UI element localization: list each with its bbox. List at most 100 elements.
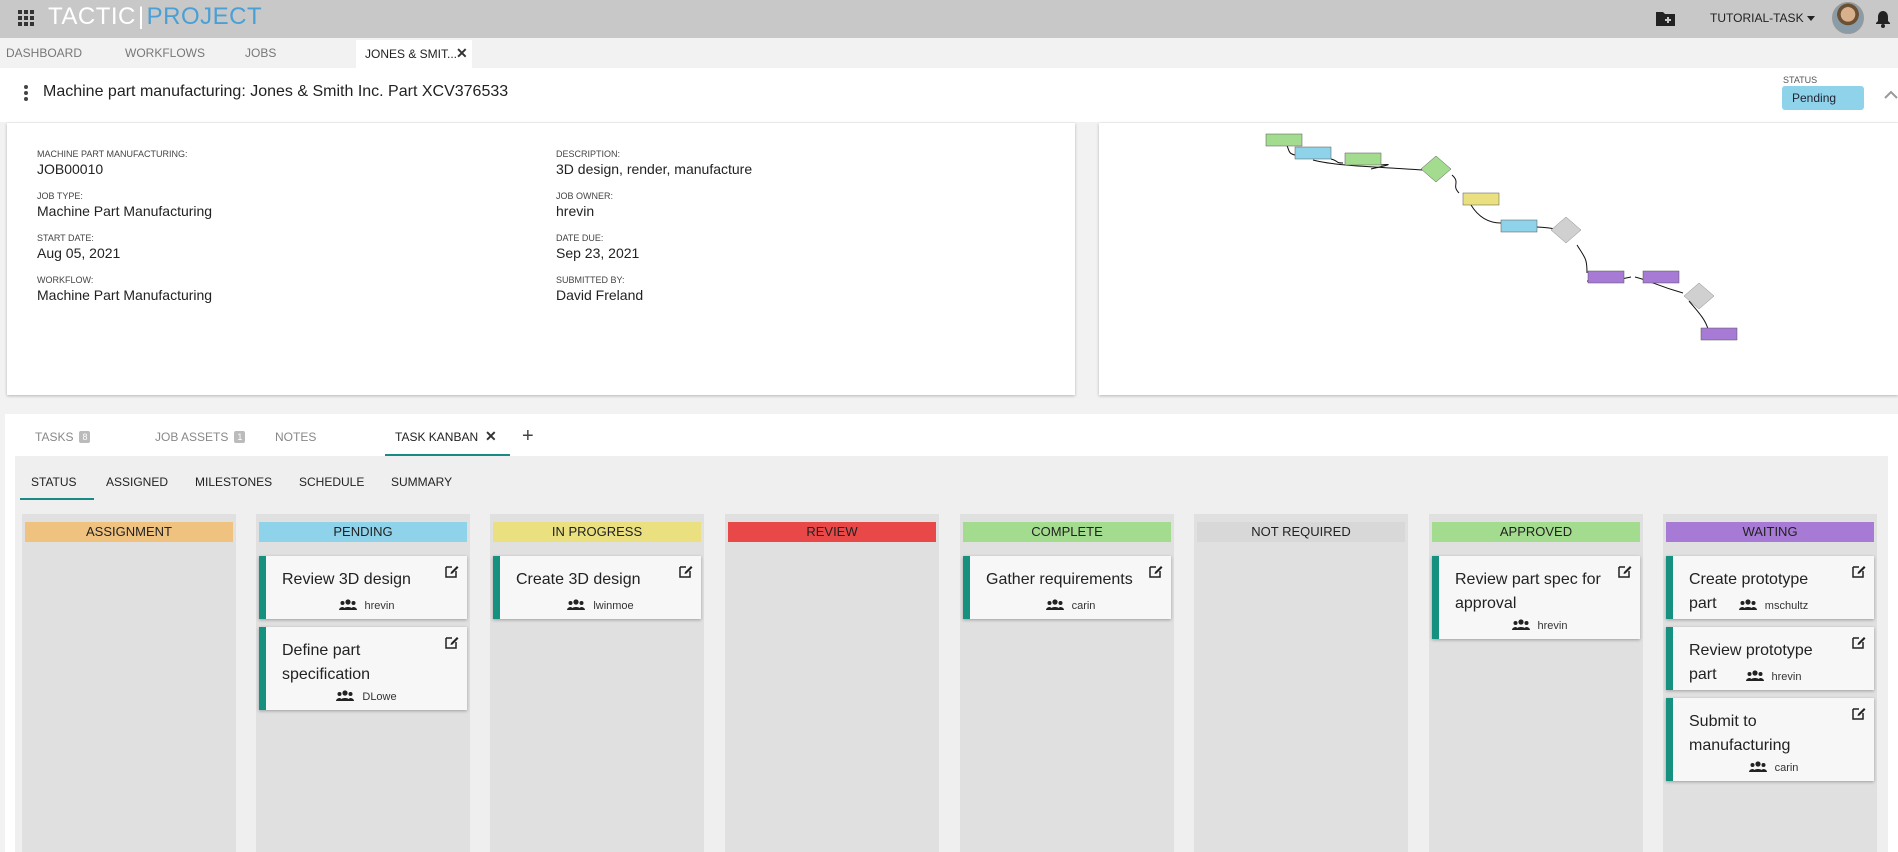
active-view-indicator <box>20 498 94 500</box>
tab-tasks-label: TASKS <box>35 430 74 444</box>
edit-icon[interactable] <box>445 635 459 649</box>
field-label: SUBMITTED BY: <box>556 275 625 285</box>
task-card-title: Review 3D design <box>282 571 411 588</box>
task-card-title: Define part specification <box>282 642 371 683</box>
field-start-date: START DATE: Aug 05, 2021 <box>37 233 120 261</box>
workflow-diagram <box>1265 133 1738 341</box>
task-assignee: hrevin <box>1439 619 1640 632</box>
brand-part1: TACTIC <box>48 3 136 30</box>
task-assignee: DLowe <box>266 690 467 703</box>
task-card-title: Review part spec for approval <box>1455 571 1601 612</box>
job-info-card: MACHINE PART MANUFACTURING: JOB00010 JOB… <box>7 123 1075 395</box>
field-label: MACHINE PART MANUFACTURING: <box>37 149 188 159</box>
tab-job-detail[interactable]: JONES & SMIT... ✕ <box>356 40 472 68</box>
edit-icon[interactable] <box>1852 564 1866 578</box>
kanban-column-header: WAITING <box>1666 522 1874 542</box>
task-card[interactable]: Create 3D design lwinmoe <box>493 556 701 619</box>
task-card[interactable]: Define part specification DLowe <box>259 627 467 710</box>
task-assignee-name: lwinmoe <box>593 600 634 612</box>
view-tab-summary[interactable]: SUMMARY <box>391 475 452 489</box>
edit-icon[interactable] <box>1618 564 1632 578</box>
kanban-column-header: COMPLETE <box>963 522 1171 542</box>
app-logo[interactable]: TACTIC|PROJECT <box>48 3 262 31</box>
chevron-up-icon[interactable] <box>1884 90 1898 100</box>
workflow-diagram-card[interactable] <box>1099 123 1898 395</box>
tab-job-detail-label: JONES & SMIT... <box>365 47 458 61</box>
field-value: Aug 05, 2021 <box>37 245 121 261</box>
status-badge[interactable]: Pending <box>1782 86 1864 110</box>
view-tab-assigned[interactable]: ASSIGNED <box>106 475 168 489</box>
field-job-type: JOB TYPE: Machine Part Manufacturing <box>37 191 212 219</box>
field-value: hrevin <box>556 203 595 219</box>
tab-notes[interactable]: NOTES <box>275 430 316 444</box>
task-card[interactable]: Review prototype part hrevin <box>1666 627 1874 690</box>
tab-jobs[interactable]: JOBS <box>245 46 276 60</box>
task-card-title: Submit to manufacturing <box>1689 713 1791 754</box>
task-assignee-name: carin <box>1071 600 1096 612</box>
tab-tasks[interactable]: TASKS 8 <box>35 430 91 444</box>
add-icon[interactable]: + <box>522 425 534 448</box>
edit-icon[interactable] <box>1852 706 1866 720</box>
close-icon[interactable]: ✕ <box>485 428 497 445</box>
task-card[interactable]: Submit to manufacturing carin <box>1666 698 1874 781</box>
users-icon <box>1045 599 1064 610</box>
users-icon <box>336 690 355 701</box>
edit-icon[interactable] <box>1852 635 1866 649</box>
kanban-column-not-required: NOT REQUIRED <box>1194 514 1408 852</box>
field-job-owner: JOB OWNER: hrevin <box>556 191 613 219</box>
new-folder-icon[interactable] <box>1655 9 1677 27</box>
tab-dashboard[interactable]: DASHBOARD <box>6 46 82 60</box>
users-icon <box>1738 599 1757 610</box>
field-workflow: WORKFLOW: Machine Part Manufacturing <box>37 275 212 303</box>
apps-grid-icon[interactable] <box>18 10 34 26</box>
kanban-column-complete: COMPLETE Gather requirements carin <box>960 514 1174 852</box>
avatar[interactable] <box>1832 2 1864 34</box>
users-icon <box>567 599 586 610</box>
task-card[interactable]: Review part spec for approval hrevin <box>1432 556 1640 639</box>
tasks-count-badge: 8 <box>79 431 91 443</box>
kebab-menu-icon[interactable] <box>24 85 28 101</box>
edit-icon[interactable] <box>1149 564 1163 578</box>
field-date-due: DATE DUE: Sep 23, 2021 <box>556 233 639 261</box>
project-menu[interactable]: TUTORIAL-TASK <box>1710 11 1815 25</box>
page-title: Machine part manufacturing: Jones & Smit… <box>43 83 509 100</box>
tab-workflows[interactable]: WORKFLOWS <box>125 46 205 60</box>
kanban-column-header: ASSIGNMENT <box>25 522 233 542</box>
field-label: JOB OWNER: <box>556 191 614 201</box>
field-value: David Freland <box>556 287 644 303</box>
task-card[interactable]: Review 3D design hrevin <box>259 556 467 619</box>
field-submitted-by: SUBMITTED BY: David Freland <box>556 275 643 303</box>
main-tabs: DASHBOARD WORKFLOWS JOBS <box>0 38 1898 68</box>
edit-icon[interactable] <box>445 564 459 578</box>
task-card[interactable]: Create prototype part mschultz <box>1666 556 1874 619</box>
kanban-column-in-progress: IN PROGRESS Create 3D design lwinmoe <box>490 514 704 852</box>
view-tab-schedule[interactable]: SCHEDULE <box>299 475 364 489</box>
kanban-column-waiting: WAITING Create prototype part mschultz Revi… <box>1663 514 1877 852</box>
bell-icon[interactable] <box>1875 10 1891 28</box>
edit-icon[interactable] <box>679 564 693 578</box>
tab-task-kanban[interactable]: TASK KANBAN <box>395 430 478 444</box>
users-icon <box>338 599 357 610</box>
brand-part2: PROJECT <box>146 3 263 30</box>
task-assignee: carin <box>970 599 1171 612</box>
kanban-column-header: REVIEW <box>728 522 936 542</box>
close-icon[interactable]: ✕ <box>456 45 468 62</box>
kanban-column-pending: PENDING Review 3D design hrevin Define part… <box>256 514 470 852</box>
field-value: Sep 23, 2021 <box>556 245 640 261</box>
view-tab-milestones[interactable]: MILESTONES <box>195 475 272 489</box>
tab-job-assets[interactable]: JOB ASSETS 1 <box>155 430 246 444</box>
task-assignee-name: hrevin <box>364 600 395 612</box>
view-tab-status[interactable]: STATUS <box>31 475 77 489</box>
field-value: Machine Part Manufacturing <box>37 203 213 219</box>
brand-separator: | <box>137 3 145 30</box>
sub-tabs: TASKS 8 JOB ASSETS 1 NOTES TASK KANBAN ✕ + <box>5 414 1898 456</box>
kanban-column-approved: APPROVED Review part spec for approval hre… <box>1429 514 1643 852</box>
task-assignee: mschultz <box>1673 599 1874 612</box>
kanban-column-header: NOT REQUIRED <box>1197 522 1405 542</box>
task-card[interactable]: Gather requirements carin <box>963 556 1171 619</box>
field-value: JOB00010 <box>37 161 104 177</box>
field-label: DATE DUE: <box>556 233 604 243</box>
project-menu-label: TUTORIAL-TASK <box>1710 11 1804 25</box>
task-assignee-name: DLowe <box>362 691 397 703</box>
tab-job-assets-label: JOB ASSETS <box>155 430 229 444</box>
